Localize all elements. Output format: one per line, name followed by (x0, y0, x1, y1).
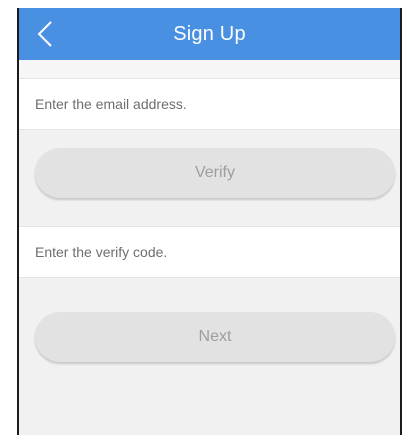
back-button[interactable] (25, 14, 65, 54)
top-spacer (19, 60, 400, 78)
verify-button[interactable]: Verify (35, 148, 395, 198)
chevron-left-icon (37, 21, 52, 47)
email-field-row (19, 78, 400, 130)
top-app-bar: Sign Up (19, 8, 400, 60)
page-title: Sign Up (173, 22, 246, 45)
phone-screen: Sign Up Verify Next (17, 8, 402, 435)
email-input[interactable] (19, 79, 400, 129)
verify-code-field-row (19, 226, 400, 278)
verify-code-input[interactable] (19, 227, 400, 277)
next-button[interactable]: Next (35, 312, 395, 362)
